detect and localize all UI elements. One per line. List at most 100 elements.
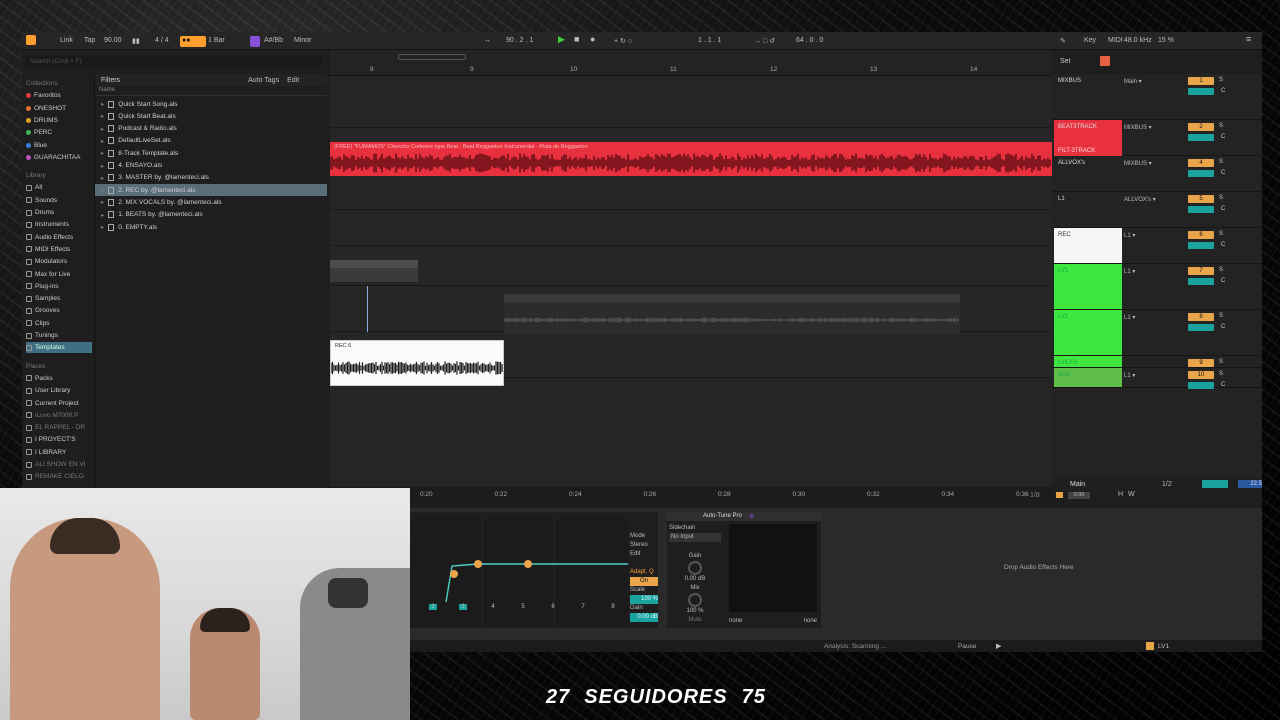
search-input[interactable]: Search (Cmd + F)	[26, 56, 322, 68]
stop-icon[interactable]: ■	[574, 34, 579, 44]
set-button[interactable]: Set	[1060, 58, 1071, 65]
volume-field[interactable]	[1188, 382, 1214, 389]
solo-button[interactable]: S	[1219, 123, 1223, 129]
mixer-track-name[interactable]: BGV	[1054, 368, 1122, 387]
track-lane-mixbus[interactable]	[330, 76, 1052, 128]
output-route-select[interactable]: L1 ▾	[1124, 372, 1135, 379]
file-item[interactable]: ▸ 3. MASTER by. @lamenteci.als	[95, 172, 327, 184]
mixer-track[interactable]: MIXBUS Main ▾ 1 S C	[1052, 74, 1262, 120]
track-lane-allvox[interactable]	[330, 174, 1052, 210]
overdub-icon[interactable]: + ↻ ○	[614, 37, 632, 45]
scale-field[interactable]: 100 %	[630, 595, 658, 604]
ms-field[interactable]: 0.00	[1068, 492, 1090, 499]
library-item[interactable]: All	[26, 182, 42, 193]
file-item[interactable]: ▸ Quick Start Song.als	[95, 98, 327, 110]
app-menu-icon[interactable]	[26, 35, 36, 45]
track-activator[interactable]: 6	[1188, 231, 1214, 239]
main-route[interactable]: 1/2	[1162, 481, 1172, 488]
place-item[interactable]: iLuvo.M7000.P	[26, 410, 78, 421]
library-item[interactable]: Clips	[26, 318, 49, 329]
solo-button[interactable]: S	[1219, 267, 1223, 273]
mixer-track-name[interactable]: LV1 FX	[1054, 356, 1122, 367]
sidechain-input-select[interactable]: No Input	[669, 533, 721, 542]
track-lane-rec[interactable]	[330, 246, 1052, 286]
play-icon[interactable]: ▶	[558, 34, 565, 45]
center-pan-button[interactable]: C	[1221, 88, 1225, 94]
clip-rec6[interactable]: REC 6	[330, 340, 504, 386]
collection-item[interactable]: DRUMS	[26, 115, 58, 126]
mixer-track[interactable]: ALLVOX's MIXBUS ▾ 4 S C	[1052, 156, 1262, 192]
arrangement-position[interactable]: ↔	[484, 37, 491, 44]
menu-icon[interactable]: ≡	[1246, 34, 1251, 44]
h-button[interactable]: H	[1118, 491, 1123, 498]
clip-rec12-a[interactable]: REC 12	[330, 260, 418, 282]
library-item[interactable]: Templates	[26, 342, 92, 354]
center-pan-button[interactable]: C	[1221, 206, 1225, 212]
place-item[interactable]: I PROYECT'S	[26, 434, 76, 445]
main-volume[interactable]: 22.5	[1238, 480, 1262, 488]
clip-rec12-b[interactable]: REC 12	[504, 294, 960, 334]
beat-ruler[interactable]: 8 9 10 11 12 13 14	[330, 50, 1052, 76]
track-activator[interactable]: 8	[1188, 313, 1214, 321]
edit-button[interactable]: Edit	[287, 77, 299, 84]
output-route-select[interactable]: Main ▾	[1124, 78, 1142, 85]
output-route-select[interactable]: L1 ▾	[1124, 232, 1135, 239]
volume-field[interactable]	[1188, 88, 1214, 95]
routing-select-1[interactable]: none	[729, 618, 742, 624]
collection-item[interactable]: Blue	[26, 140, 47, 151]
midi-map-button[interactable]: MIDI	[1108, 37, 1123, 44]
eq-band-2-handle[interactable]	[474, 560, 482, 568]
track-activator[interactable]: 9	[1188, 359, 1214, 367]
center-pan-button[interactable]: C	[1221, 242, 1225, 248]
center-pan-button[interactable]: C	[1221, 382, 1225, 388]
solo-button[interactable]: S	[1219, 371, 1223, 377]
link-button[interactable]: Link	[60, 37, 73, 44]
center-pan-button[interactable]: C	[1221, 134, 1225, 140]
mixer-track[interactable]: LV1 L1 ▾ 8 S C	[1052, 310, 1262, 356]
draw-mode-icon[interactable]: → □ ↺	[754, 37, 775, 45]
library-item[interactable]: Max for Live	[26, 269, 70, 280]
time-ruler[interactable]: 0:20 0:22 0:24 0:26 0:28 0:30 0:32 0:34 0:36	[330, 488, 1052, 502]
track-activator[interactable]: 7	[1188, 267, 1214, 275]
loop-length-field[interactable]: 64 . 0 . 0	[796, 37, 823, 44]
place-item[interactable]: Current Project	[26, 398, 79, 409]
drop-effects-zone[interactable]: Drop Audio Effects Here	[1004, 564, 1074, 571]
mixer-track-name[interactable]: MIXBUS	[1054, 74, 1122, 119]
file-item[interactable]: ▸ Podcast & Radio.als	[95, 123, 327, 135]
center-pan-button[interactable]: C	[1221, 278, 1225, 284]
place-item[interactable]: User Library	[26, 385, 70, 396]
mixer-track[interactable]: REC L1 ▾ 6 S C	[1052, 228, 1262, 264]
library-item[interactable]: Tunings	[26, 330, 58, 341]
file-item[interactable]: ▸ 2. MIX VOCALS by. @lamenteci.als	[95, 196, 327, 208]
file-item[interactable]: ▸ 2. REC by. @lamenteci.als	[95, 184, 327, 197]
mixer-track[interactable]: L1 ALLVOX's ▾ 5 S C	[1052, 192, 1262, 228]
pencil-icon[interactable]: ✎	[1060, 37, 1066, 45]
key-select[interactable]: A#/Bb	[264, 37, 283, 44]
key-map-button[interactable]: Key	[1084, 37, 1096, 44]
library-item[interactable]: Drums	[26, 207, 54, 218]
adapt-q-toggle[interactable]: On	[630, 577, 658, 586]
eq-band-3-handle[interactable]	[524, 560, 532, 568]
collection-item[interactable]: ONESHOT	[26, 103, 66, 114]
mixer-track[interactable]: LV1 L1 ▾ 7 S C	[1052, 264, 1262, 310]
mixer-track-name[interactable]: LV1	[1054, 264, 1122, 309]
track-activator[interactable]: 5	[1188, 195, 1214, 203]
eq-band-button[interactable]: 4	[489, 604, 496, 610]
time-signature[interactable]: 4 / 4	[155, 37, 169, 44]
mixer-track[interactable]: BGV L1 ▾ 10 S C	[1052, 368, 1262, 389]
eq-gain-field[interactable]: 0.00 dB	[630, 613, 658, 622]
tap-button[interactable]: Tap	[84, 37, 95, 44]
library-item[interactable]: Modulators	[26, 256, 67, 267]
eq-band-button[interactable]: 3	[459, 604, 467, 610]
file-item[interactable]: ▸ 4. ENSAYO.als	[95, 160, 327, 172]
gain-knob[interactable]	[688, 561, 702, 575]
play-pause-icon[interactable]: ▮▮	[132, 37, 140, 45]
pause-button[interactable]: Pause	[958, 643, 976, 650]
record-arm-icon[interactable]	[1100, 56, 1110, 66]
mute-button[interactable]: Mute	[669, 616, 721, 625]
solo-button[interactable]: S	[1219, 313, 1223, 319]
library-item[interactable]: Grooves	[26, 305, 60, 316]
mixer-track-name[interactable]: LV1	[1054, 310, 1122, 355]
volume-field[interactable]	[1188, 206, 1214, 213]
output-route-select[interactable]: ALLVOX's ▾	[1124, 196, 1156, 203]
